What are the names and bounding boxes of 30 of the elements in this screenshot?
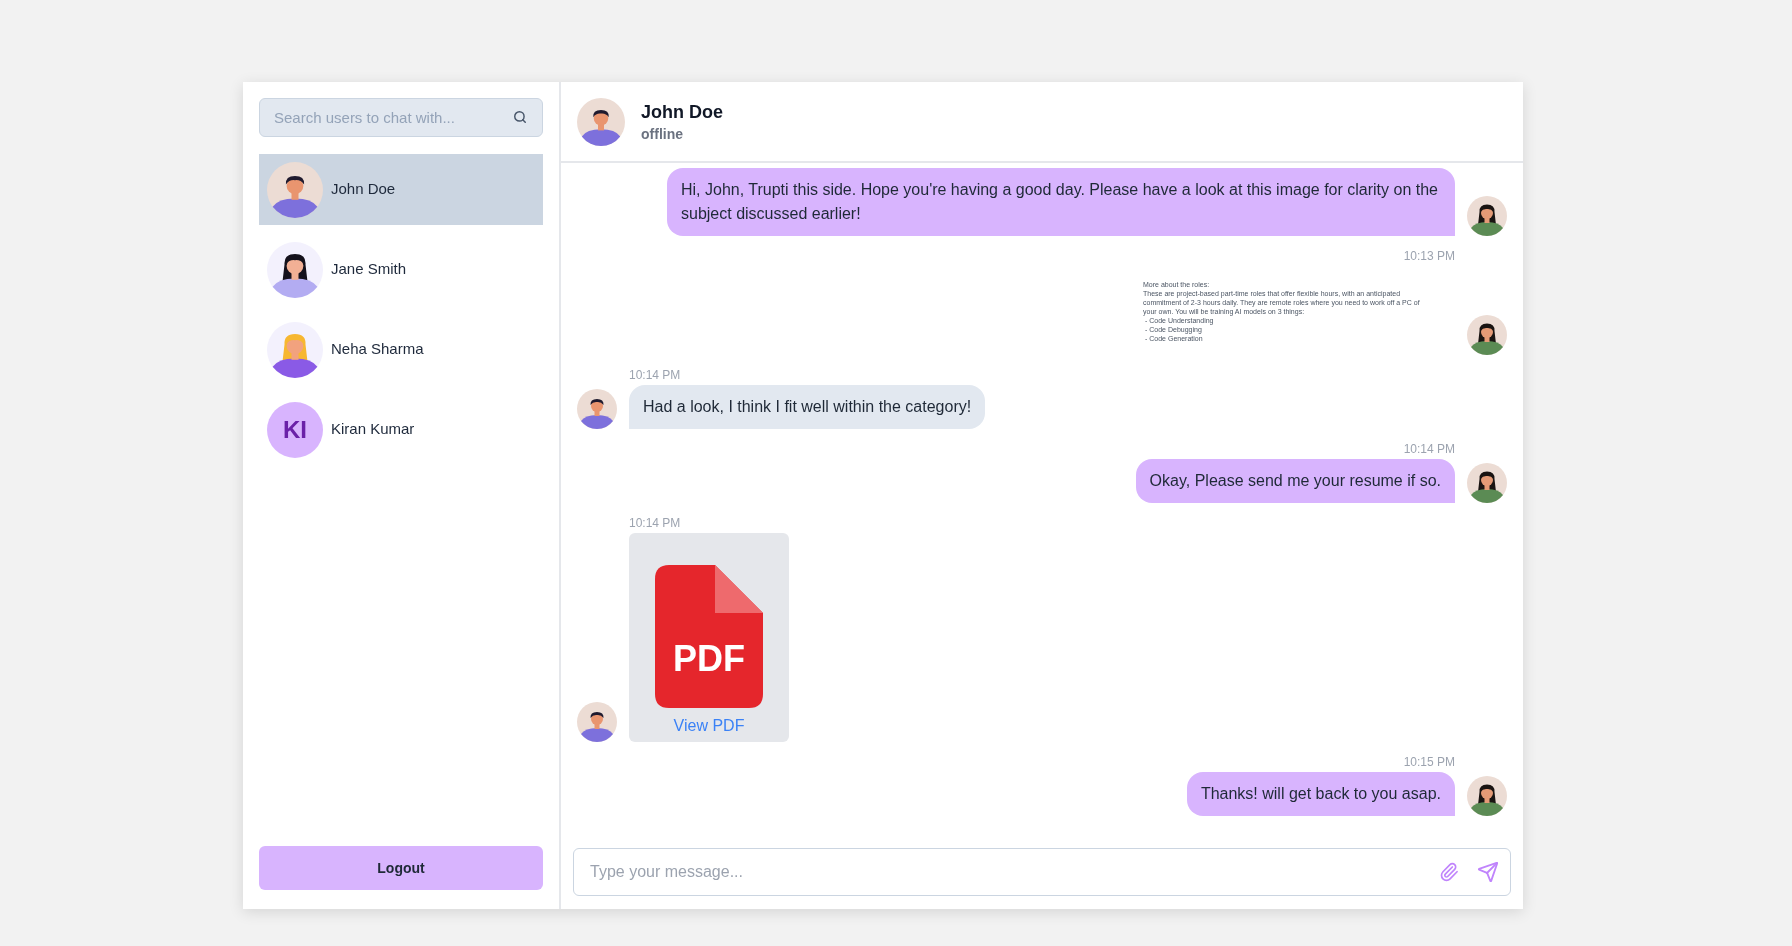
attach-button[interactable] [1439, 862, 1459, 882]
file-type-label: PDF [672, 639, 746, 679]
message-bubble: Had a look, I think I fit well within the category! [629, 385, 986, 429]
message-bubble: Thanks! will get back to you asap. [1186, 772, 1455, 816]
search-icon [513, 110, 527, 124]
message-input-field[interactable]: Type your message... [573, 848, 1511, 896]
message-timestamp: 10:14 PM [1403, 441, 1455, 457]
user-list-item[interactable]: Neha Sharma [259, 314, 543, 385]
person-avatar-icon [267, 321, 323, 378]
logout-button[interactable]: Logout [259, 846, 543, 890]
user-list-item[interactable]: John Doe [259, 154, 543, 225]
message-timestamp: 10:14 PM [629, 367, 681, 383]
contact-name: John Doe [641, 100, 723, 124]
user-list-item[interactable]: KI Kiran Kumar [259, 394, 543, 465]
search-field[interactable]: Search users to chat with... [259, 98, 543, 137]
message-bubble: Hi, John, Trupti this side. Hope you're having a good day. Please have a look at this image for clarity on the subject discussed earlier! [667, 168, 1455, 236]
person-avatar-icon [267, 241, 323, 298]
person-avatar-icon [267, 161, 323, 218]
pdf-file-icon [655, 565, 763, 708]
message-timestamp: 10:13 PM [1403, 248, 1455, 264]
send-button[interactable] [1477, 861, 1499, 883]
message-bubble: Okay, Please send me your resume if so. [1135, 459, 1455, 503]
contact-status: offline [641, 124, 684, 144]
paperclip-icon [1439, 862, 1459, 882]
send-icon [1477, 861, 1499, 883]
person-avatar-icon [577, 97, 625, 146]
message-timestamp: 10:14 PM [629, 515, 681, 531]
initials-avatar: KI [267, 401, 323, 458]
user-list-item[interactable]: Jane Smith [259, 234, 543, 305]
message-timestamp: 10:15 PM [1403, 754, 1455, 770]
